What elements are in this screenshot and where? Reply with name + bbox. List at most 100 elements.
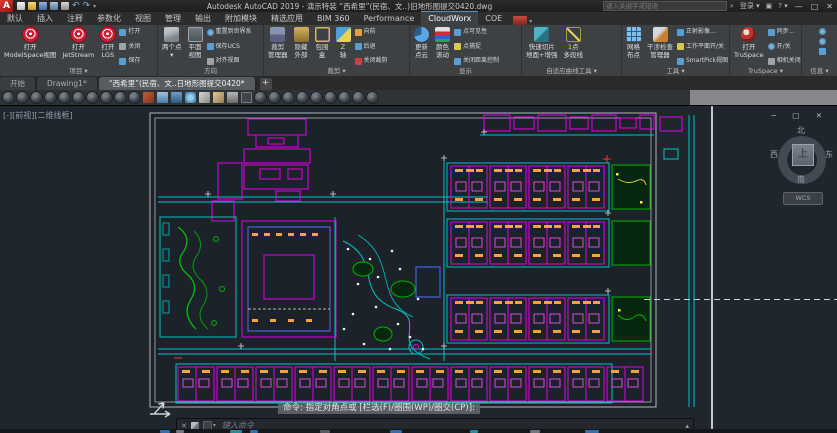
z-axis-button[interactable]: Z轴: [334, 27, 353, 59]
ribbon-tab[interactable]: CloudWorx: [421, 11, 478, 25]
file-tab[interactable]: Drawing1*: [37, 77, 98, 90]
model-space-canvas[interactable]: [-][前视][二维线框]: [0, 105, 837, 430]
save-ucs-button[interactable]: 保存UCS: [207, 43, 252, 51]
ribbon-tab[interactable]: 默认: [0, 12, 30, 25]
scan-region-icon[interactable]: [45, 92, 56, 103]
bounding-box-button[interactable]: 包围盒: [313, 27, 332, 59]
scan-region-icon[interactable]: [87, 92, 98, 103]
about-icon[interactable]: [819, 38, 826, 45]
open-lgs-button[interactable]: 打开LGS: [98, 27, 117, 59]
panel-label-clip[interactable]: 裁剪 ▾: [264, 65, 409, 75]
save-as-icon[interactable]: [50, 2, 58, 10]
file-tab[interactable]: “西希里”(民宿、文..日地形图提交0420*: [99, 77, 256, 90]
scan-region-icon[interactable]: [283, 92, 294, 103]
app-store-icon[interactable]: ▣: [766, 2, 773, 10]
viewcube[interactable]: 北 东 南 西 上 WCS: [769, 126, 835, 212]
clip-manager-button[interactable]: 裁剪管理器: [266, 27, 290, 59]
new-drawing-tab-button[interactable]: +: [260, 78, 272, 90]
scan-region-icon[interactable]: [31, 92, 42, 103]
ribbon-tab[interactable]: 输出: [188, 12, 218, 25]
clip-off-button[interactable]: 关闭裁剪: [355, 57, 388, 65]
apps-icon[interactable]: [143, 92, 154, 103]
panel-label-tools[interactable]: 工具 ▾: [622, 65, 729, 75]
open-modelspace-views-button[interactable]: 打开ModelSpace视图: [2, 27, 58, 59]
ribbon-tab[interactable]: 视图: [128, 12, 158, 25]
recent-commands-dropdown-icon[interactable]: ▾: [213, 422, 216, 429]
scan-region-icon[interactable]: [101, 92, 112, 103]
project-close-button[interactable]: 关闭: [119, 43, 140, 51]
panel-label-info[interactable]: 信息 ▾: [802, 65, 837, 75]
scan-region-icon[interactable]: [311, 92, 322, 103]
ribbon-tab[interactable]: COE: [478, 12, 509, 25]
panel-label-adaptive-curve[interactable]: 自适应曲线工具 ▾: [522, 65, 621, 75]
viewcube-top-face[interactable]: 上: [792, 144, 814, 166]
signin-button[interactable]: 登录 ▾: [740, 1, 760, 11]
smartpick-view-button[interactable]: SmartPick视图: [677, 57, 728, 65]
viewport-controls-label[interactable]: [-][前视][二维线框]: [3, 110, 73, 121]
file-tab[interactable]: 开始: [0, 77, 36, 90]
wcs-dropdown[interactable]: WCS: [783, 192, 823, 205]
interference-check-button[interactable]: 干涉检查管理器: [645, 27, 675, 59]
search-icon[interactable]: ⌕: [730, 2, 734, 11]
align-view-button[interactable]: 对齐视图: [207, 57, 252, 65]
plan-view-button[interactable]: 平面视图: [186, 27, 205, 59]
ribbon-tab[interactable]: 附加模块: [218, 12, 264, 25]
work-plane-toggle-button[interactable]: 工作平面开/关: [677, 43, 728, 51]
ribbon-options-dropdown-icon[interactable]: ▾: [529, 18, 532, 25]
scan-region-icon[interactable]: [3, 92, 14, 103]
ribbon-tab[interactable]: 插入: [30, 12, 60, 25]
open-icon[interactable]: [28, 2, 36, 10]
layers-icon[interactable]: [171, 92, 182, 103]
help-button[interactable]: ? ▾: [778, 2, 787, 10]
panel-label-display[interactable]: 显示: [410, 65, 521, 75]
panel-label-project[interactable]: 项目 ▾: [0, 65, 157, 75]
scan-region-icon[interactable]: [255, 92, 266, 103]
cad-drawing[interactable]: [148, 109, 712, 415]
drawing-window-border[interactable]: [711, 106, 713, 430]
ribbon-tab[interactable]: 精选应用: [264, 12, 310, 25]
point-visibility-button[interactable]: 点可见性: [454, 28, 499, 36]
project-save-button[interactable]: 保存: [119, 57, 140, 65]
quick-slice-button[interactable]: 快速切片地面+增强: [524, 27, 559, 59]
open-truspace-button[interactable]: 打开TruSpace: [732, 27, 766, 59]
info-icon[interactable]: [819, 28, 826, 35]
camera-off-button[interactable]: 相机关闭: [768, 57, 801, 65]
panel-label-orientation[interactable]: 方向: [158, 65, 263, 75]
distance-control-off-button[interactable]: 关闭距离控制: [454, 57, 499, 65]
ribbon-tab[interactable]: BIM 360: [310, 12, 357, 25]
minimize-button[interactable]: —: [795, 2, 803, 11]
eraser-icon[interactable]: [213, 92, 224, 103]
compass-south-label[interactable]: 南: [797, 174, 805, 185]
truspace-sync-button[interactable]: 同步...: [768, 28, 801, 36]
scan-region-icon[interactable]: [339, 92, 350, 103]
coe-addon-icon[interactable]: [513, 16, 527, 25]
redo-icon[interactable]: ↷: [83, 2, 91, 10]
docs-icon[interactable]: [819, 48, 826, 55]
project-open-button[interactable]: 打开: [119, 28, 140, 36]
hide-outside-button[interactable]: 隐藏外部: [292, 27, 311, 59]
ribbon-tab[interactable]: Performance: [357, 12, 422, 25]
truspace-toggle-button[interactable]: 开/关: [768, 43, 801, 51]
update-point-cloud-button[interactable]: 更新点云: [412, 27, 431, 59]
scan-region-icon[interactable]: [367, 92, 378, 103]
reset-to-world-button[interactable]: 重置到世界系: [207, 28, 252, 36]
scan-region-icon[interactable]: [297, 92, 308, 103]
scan-region-icon[interactable]: [325, 92, 336, 103]
two-points-button[interactable]: 两个点▾: [160, 27, 184, 59]
scan-region-icon[interactable]: [269, 92, 280, 103]
compass-east-label[interactable]: 东: [825, 149, 833, 160]
scan-region-icon[interactable]: [17, 92, 28, 103]
point-snap-button[interactable]: 点捕捉: [454, 43, 499, 51]
scan-region-icon[interactable]: [353, 92, 364, 103]
scan-region-icon[interactable]: [73, 92, 84, 103]
save-icon[interactable]: [39, 2, 47, 10]
undo-icon[interactable]: ↶: [72, 2, 80, 10]
frame-icon[interactable]: [241, 92, 252, 103]
grid-points-button[interactable]: 网格布点: [624, 27, 643, 59]
scan-region-icon[interactable]: [115, 92, 126, 103]
pencil-icon[interactable]: [199, 92, 210, 103]
status-bar[interactable]: [0, 429, 837, 433]
search-input[interactable]: [603, 1, 727, 11]
color-scroll-button[interactable]: 颜色滚动: [433, 27, 452, 59]
point-snap-icon[interactable]: [185, 92, 196, 103]
